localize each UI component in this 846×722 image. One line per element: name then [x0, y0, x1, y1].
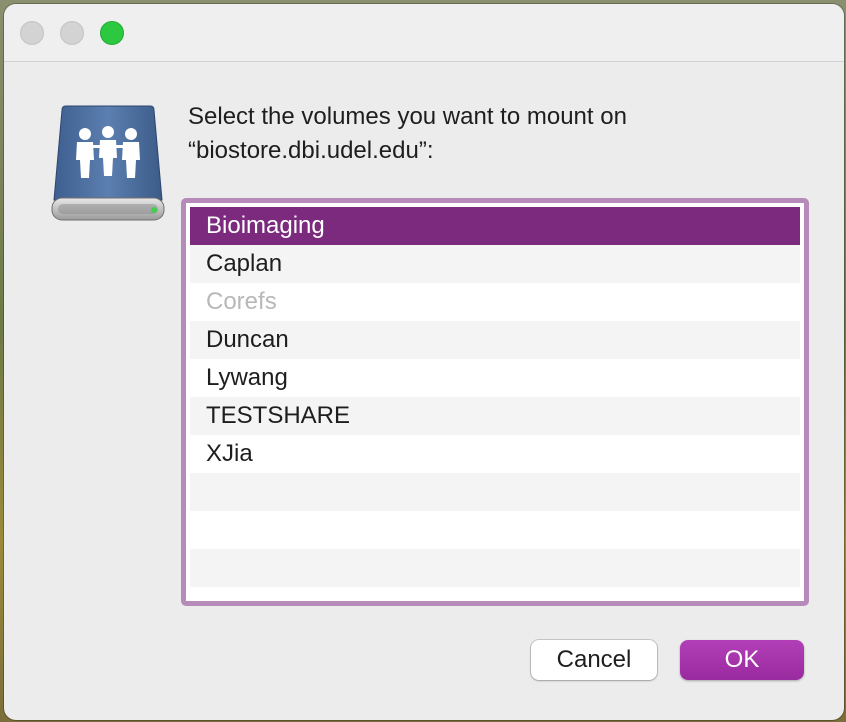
- minimize-window-button[interactable]: [60, 21, 84, 45]
- cancel-button[interactable]: Cancel: [531, 640, 657, 680]
- empty-list-row: [190, 549, 800, 587]
- volume-list-item-duncan[interactable]: Duncan: [190, 321, 800, 359]
- prompt-line-1: Select the volumes you want to mount on: [188, 103, 627, 130]
- volume-list-item-lywang[interactable]: Lywang: [190, 359, 800, 397]
- volume-list-item-xjia[interactable]: XJia: [190, 435, 800, 473]
- dialog-prompt: Select the volumes you want to mount on …: [188, 100, 808, 168]
- zoom-window-button[interactable]: [100, 21, 124, 45]
- volume-list[interactable]: Bioimaging Caplan Corefs Duncan Lywang T…: [181, 198, 809, 606]
- empty-list-row: [190, 473, 800, 511]
- ok-button[interactable]: OK: [680, 640, 804, 680]
- shared-server-volume-icon: [51, 105, 165, 221]
- volume-list-item-corefs: Corefs: [206, 288, 277, 315]
- volume-list-item-bioimaging[interactable]: Bioimaging: [190, 207, 800, 245]
- close-window-button[interactable]: [20, 21, 44, 45]
- volume-list-item-testshare[interactable]: TESTSHARE: [190, 397, 800, 435]
- title-bar: [4, 4, 844, 62]
- mount-volumes-dialog: Select the volumes you want to mount on …: [4, 4, 844, 720]
- prompt-line-2: “biostore.dbi.udel.edu”:: [188, 137, 434, 164]
- volume-list-item-caplan[interactable]: Caplan: [190, 245, 800, 283]
- empty-list-row: [190, 511, 800, 549]
